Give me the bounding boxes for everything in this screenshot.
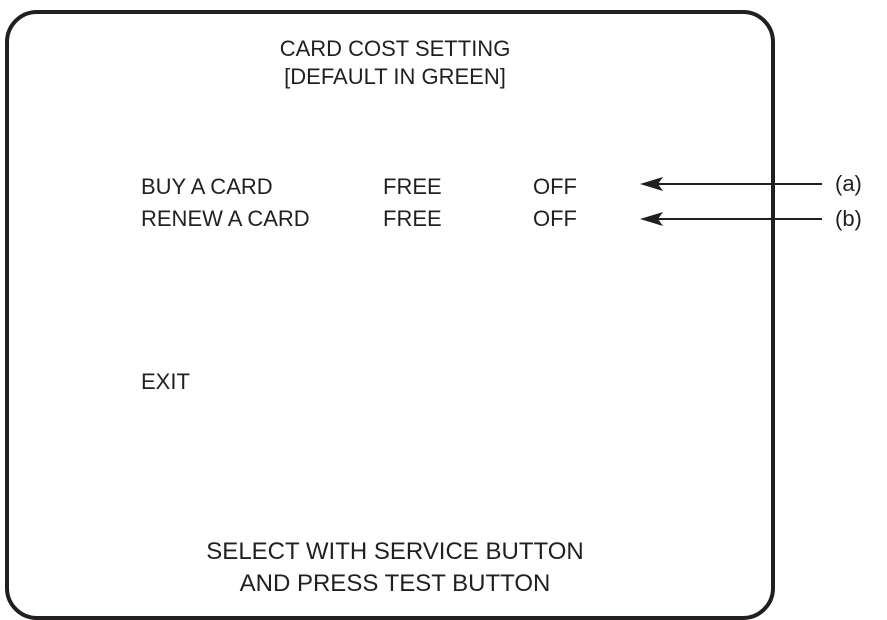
callout-label-a: (a) <box>835 171 862 196</box>
callout-arrows <box>640 177 822 226</box>
callout-label-b: (b) <box>835 206 862 231</box>
callout-arrow-a <box>640 177 822 191</box>
callout-arrow-b <box>640 212 822 226</box>
